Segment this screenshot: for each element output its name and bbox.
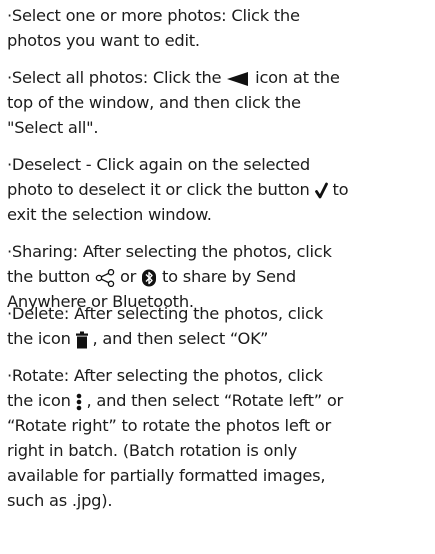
instruction-text: right in batch. (Batch rotation is only [7, 441, 297, 460]
instruction-line: right in batch. (Batch rotation is only [7, 438, 433, 463]
checkmark-icon [314, 182, 328, 199]
instruction-text: top of the window, and then click the [7, 93, 301, 112]
bluetooth-icon [141, 269, 157, 287]
instruction-line: ·Rotate: After selecting the photos, cli… [7, 363, 433, 388]
instruction-text: , and then select “Rotate left” or [81, 391, 344, 410]
instruction-line: such as .jpg). [7, 488, 433, 513]
instruction-text: to [327, 180, 349, 199]
instruction-text: exit the selection window. [7, 205, 212, 224]
instruction-line: the icon , and then select “Rotate left”… [7, 388, 433, 413]
instruction-paragraph: ·Select one or more photos: Click the pho… [7, 3, 433, 53]
instruction-line: photo to deselect it or click the button… [7, 177, 433, 202]
instruction-text: photos you want to edit. [7, 31, 200, 50]
share-icon [95, 268, 115, 287]
instruction-text: "Select all". [7, 118, 99, 137]
instruction-paragraph: ·Rotate: After selecting the photos, cli… [7, 363, 433, 513]
instruction-text: the icon [7, 391, 76, 410]
instruction-text: such as .jpg). [7, 491, 113, 510]
instruction-text: available for partially formatted images… [7, 466, 326, 485]
instruction-line: ·Sharing: After selecting the photos, cl… [7, 239, 433, 264]
instruction-text: the button [7, 267, 96, 286]
instruction-line: ·Select one or more photos: Click the [7, 3, 433, 28]
instruction-text: photo to deselect it or click the button [7, 180, 315, 199]
instruction-line: the icon , and then select “OK” [7, 326, 433, 351]
instruction-text: icon at the [250, 68, 340, 87]
instruction-text: to share by Send [157, 267, 296, 286]
instruction-line: exit the selection window. [7, 202, 433, 227]
instruction-text: ·Select one or more photos: Click the [7, 6, 300, 25]
instruction-line: photos you want to edit. [7, 28, 433, 53]
instruction-text: ·Delete: After selecting the photos, cli… [7, 304, 323, 323]
instruction-paragraph: ·Select all photos: Click the icon at th… [7, 65, 433, 140]
instruction-text: ·Sharing: After selecting the photos, cl… [7, 242, 332, 261]
instruction-line: available for partially formatted images… [7, 463, 433, 488]
back-triangle-icon [226, 71, 250, 87]
instruction-text: the icon [7, 329, 76, 348]
instruction-text: ·Select all photos: Click the [7, 68, 227, 87]
instruction-text: ·Deselect - Click again on the selected [7, 155, 310, 174]
instruction-line: top of the window, and then click the [7, 90, 433, 115]
instruction-line: “Rotate right” to rotate the photos left… [7, 413, 433, 438]
instruction-line: "Select all". [7, 115, 433, 140]
instruction-line: ·Select all photos: Click the icon at th… [7, 65, 433, 90]
instruction-text: “Rotate right” to rotate the photos left… [7, 416, 331, 435]
instruction-paragraph: ·Delete: After selecting the photos, cli… [7, 301, 433, 351]
instruction-text: or [115, 267, 142, 286]
instruction-line: ·Delete: After selecting the photos, cli… [7, 301, 433, 326]
instruction-line: ·Deselect - Click again on the selected [7, 152, 433, 177]
trash-icon [75, 331, 88, 349]
instruction-line: the button or to share by Send [7, 264, 433, 289]
instruction-paragraph: ·Deselect - Click again on the selected p… [7, 152, 433, 227]
instruction-text: , and then select “OK” [87, 329, 269, 348]
instruction-text: ·Rotate: After selecting the photos, cli… [7, 366, 323, 385]
